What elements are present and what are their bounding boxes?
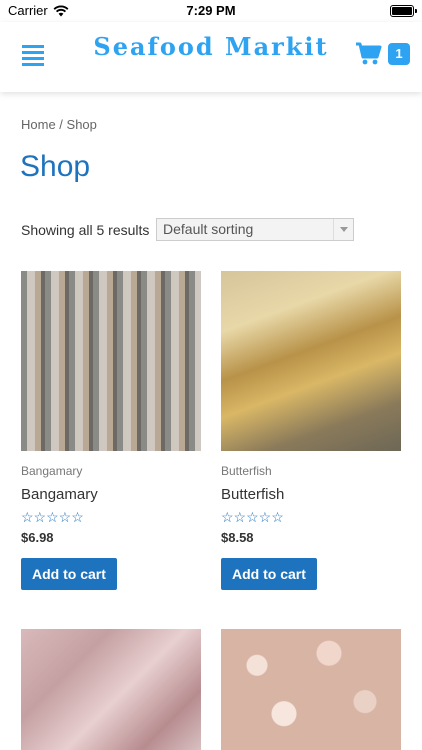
page-title: Shop <box>20 150 91 183</box>
status-bar: Carrier 7:29 PM <box>0 0 422 22</box>
product-image[interactable] <box>221 629 401 750</box>
product-category[interactable]: Bangamary <box>21 464 201 478</box>
breadcrumb-home-link[interactable]: Home <box>21 117 56 132</box>
product-card <box>21 629 201 750</box>
sort-dropdown[interactable]: Default sorting <box>156 218 354 241</box>
product-card: Butterfish Butterfish ☆☆☆☆☆ $8.58 Add to… <box>221 271 401 590</box>
product-price: $8.58 <box>221 530 254 545</box>
star-rating: ☆☆☆☆☆ <box>221 509 284 525</box>
product-category[interactable]: Butterfish <box>221 464 401 478</box>
product-image[interactable] <box>221 271 401 451</box>
star-rating: ☆☆☆☆☆ <box>21 509 84 525</box>
cart-count-badge: 1 <box>388 43 410 65</box>
product-name[interactable]: Bangamary <box>21 486 201 503</box>
result-count: Showing all 5 results <box>21 222 150 238</box>
product-image[interactable] <box>21 271 201 451</box>
status-time: 7:29 PM <box>186 3 236 18</box>
add-to-cart-button[interactable]: Add to cart <box>221 558 317 590</box>
site-header: Seafood Markit 1 <box>0 22 422 92</box>
cart-icon <box>356 42 382 65</box>
product-name[interactable]: Butterfish <box>221 486 401 503</box>
product-card <box>221 629 401 750</box>
chevron-down-icon <box>333 219 353 240</box>
product-price: $6.98 <box>21 530 54 545</box>
sort-selected-value: Default sorting <box>163 221 254 237</box>
breadcrumb-current: Shop <box>66 117 97 132</box>
product-image[interactable] <box>21 629 201 750</box>
breadcrumb: Home / Shop <box>21 117 97 132</box>
product-card: Bangamary Bangamary ☆☆☆☆☆ $6.98 Add to c… <box>21 271 201 590</box>
battery-icon <box>390 5 417 17</box>
breadcrumb-separator: / <box>55 117 67 132</box>
add-to-cart-button[interactable]: Add to cart <box>21 558 117 590</box>
cart-button[interactable]: 1 <box>356 42 410 66</box>
